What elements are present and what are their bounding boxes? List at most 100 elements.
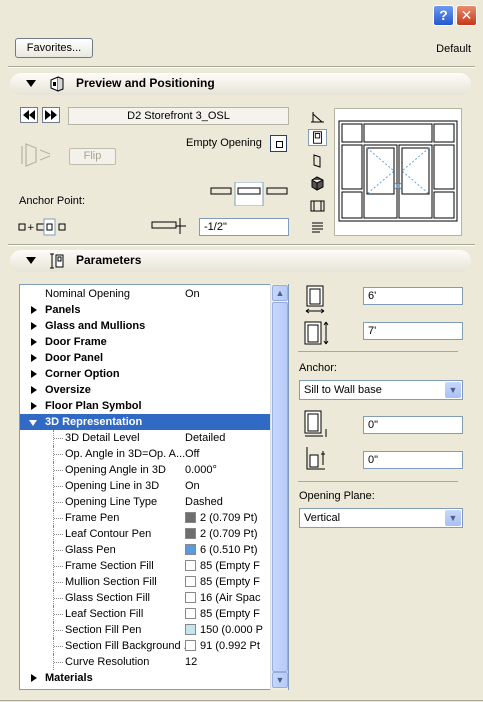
reveal-depth-input[interactable]: 0"	[363, 451, 463, 469]
tree-group-row[interactable]: Door Frame	[20, 334, 272, 350]
tree-param-row[interactable]: Curve Resolution 12	[20, 654, 272, 670]
tree-group-row[interactable]: Door Panel	[20, 350, 272, 366]
expand-triangle-icon[interactable]	[31, 338, 37, 346]
opening-plane-label: Opening Plane:	[299, 490, 375, 502]
anchor-select[interactable]: Sill to Wall base ▼	[299, 380, 463, 400]
list-view-icon[interactable]	[308, 219, 327, 236]
parameter-tree[interactable]: Nominal Opening On Panels Glass and Mullion…	[19, 284, 289, 690]
next-button[interactable]	[42, 107, 60, 123]
collapse-triangle-icon[interactable]	[26, 80, 36, 87]
parameters-section-header[interactable]: Parameters	[10, 250, 471, 272]
floor-plan-view-icon[interactable]	[308, 108, 327, 125]
tree-row-value[interactable]: 85 (Empty F	[185, 558, 270, 574]
height-input[interactable]: 7'	[363, 322, 463, 340]
side-view-icon[interactable]	[308, 152, 327, 169]
expand-triangle-icon[interactable]	[31, 370, 37, 378]
tree-row-value[interactable]: Detailed	[185, 430, 270, 446]
preview-section-header[interactable]: Preview and Positioning	[10, 73, 471, 95]
forward-icon	[45, 110, 57, 120]
expand-triangle-icon[interactable]	[31, 354, 37, 362]
tree-param-row[interactable]: 3D Detail Level Detailed	[20, 430, 272, 446]
section-view-icon[interactable]	[308, 197, 327, 214]
svg-text:+: +	[27, 223, 35, 233]
tree-param-row[interactable]: Opening Angle in 3D 0.000°	[20, 462, 272, 478]
tree-group-row[interactable]: Materials	[20, 670, 272, 686]
expand-triangle-icon[interactable]	[31, 402, 37, 410]
tree-param-row[interactable]: Opening Line in 3D On	[20, 478, 272, 494]
tree-row-label: Frame Section Fill	[65, 560, 154, 572]
flip-door-icon	[21, 143, 51, 167]
flip-button[interactable]: Flip	[69, 148, 116, 165]
scroll-up-icon[interactable]: ▲	[272, 285, 288, 301]
width-input[interactable]: 6'	[363, 287, 463, 305]
tree-row-value[interactable]: 85 (Empty F	[185, 574, 270, 590]
tree-param-row[interactable]: Opening Line Type Dashed	[20, 494, 272, 510]
expand-triangle-icon[interactable]	[31, 322, 37, 330]
tree-row-value[interactable]: Dashed	[185, 494, 270, 510]
wall-position-selector-icon[interactable]	[209, 182, 289, 206]
expand-triangle-icon[interactable]	[31, 674, 37, 682]
tree-param-row[interactable]: Glass Section Fill 16 (Air Spac	[20, 590, 272, 606]
favorites-button[interactable]: Favorites...	[15, 38, 93, 58]
offset-dimension-icon	[151, 218, 186, 234]
tree-row-value[interactable]: On	[185, 286, 270, 302]
tree-row-value-text: On	[185, 480, 200, 492]
color-swatch	[185, 624, 196, 635]
tree-row-value[interactable]: 150 (0.000 P	[185, 622, 270, 638]
3d-view-icon[interactable]	[308, 175, 327, 192]
tree-param-row[interactable]: Frame Section Fill 85 (Empty F	[20, 558, 272, 574]
opening-plane-select[interactable]: Vertical ▼	[299, 508, 463, 528]
tree-row-value[interactable]: On	[185, 478, 270, 494]
tree-row-value[interactable]: 0.000°	[185, 462, 270, 478]
previous-button[interactable]	[20, 107, 38, 123]
tree-group-row[interactable]: Glass and Mullions	[20, 318, 272, 334]
elevation-view-icon[interactable]	[308, 129, 327, 146]
tree-row-value-text: 6 (0.510 Pt)	[200, 544, 258, 556]
divider	[8, 66, 475, 68]
tree-row-value[interactable]: 85 (Empty F	[185, 606, 270, 622]
help-button[interactable]: ?	[433, 5, 454, 26]
collapse-triangle-icon[interactable]	[29, 420, 37, 426]
close-button[interactable]: ✕	[456, 5, 477, 26]
scroll-thumb[interactable]	[272, 302, 288, 672]
empty-opening-checkbox[interactable]	[270, 135, 287, 152]
chevron-down-icon[interactable]: ▼	[445, 382, 461, 398]
tree-row-value[interactable]: 16 (Air Spac	[185, 590, 270, 606]
tree-param-row[interactable]: Frame Pen 2 (0.709 Pt)	[20, 510, 272, 526]
tree-row-value-text: On	[185, 288, 200, 300]
anchor-point-selector-icon[interactable]: +	[17, 218, 71, 236]
chevron-down-icon[interactable]: ▼	[445, 510, 461, 526]
tree-param-row[interactable]: Mullion Section Fill 85 (Empty F	[20, 574, 272, 590]
tree-param-row[interactable]: Section Fill Background ... 91 (0.992 Pt	[20, 638, 272, 654]
tree-row-label: Leaf Section Fill	[65, 608, 144, 620]
tree-row-value[interactable]: 2 (0.709 Pt)	[185, 526, 270, 542]
tree-param-row[interactable]: Leaf Contour Pen 2 (0.709 Pt)	[20, 526, 272, 542]
tree-scrollbar[interactable]: ▲ ▼	[270, 284, 288, 690]
tree-param-row[interactable]: Leaf Section Fill 85 (Empty F	[20, 606, 272, 622]
tree-row-value[interactable]: 6 (0.510 Pt)	[185, 542, 270, 558]
tree-param-row[interactable]: Op. Angle in 3D=Op. A... Off	[20, 446, 272, 462]
sill-height-input[interactable]: 0"	[363, 416, 463, 434]
tree-group-row[interactable]: Panels	[20, 302, 272, 318]
color-swatch	[185, 560, 196, 571]
tree-row-label: Floor Plan Symbol	[45, 400, 142, 412]
tree-group-row[interactable]: 3D Representation	[20, 414, 272, 430]
scroll-down-icon[interactable]: ▼	[272, 672, 288, 688]
expand-triangle-icon[interactable]	[31, 306, 37, 314]
divider	[298, 481, 458, 482]
tree-row-value[interactable]: 91 (0.992 Pt	[185, 638, 270, 654]
tree-row-value[interactable]: 2 (0.709 Pt)	[185, 510, 270, 526]
tree-row-value[interactable]: 12	[185, 654, 270, 670]
tree-param-row[interactable]: Section Fill Pen 150 (0.000 P	[20, 622, 272, 638]
tree-group-row[interactable]: Floor Plan Symbol	[20, 398, 272, 414]
tree-param-row[interactable]: Glass Pen 6 (0.510 Pt)	[20, 542, 272, 558]
tree-row-value[interactable]: Off	[185, 446, 270, 462]
tree-group-row[interactable]: Oversize	[20, 382, 272, 398]
collapse-triangle-icon[interactable]	[26, 257, 36, 264]
expand-triangle-icon[interactable]	[31, 386, 37, 394]
tree-param-row[interactable]: Nominal Opening On	[20, 286, 272, 302]
offset-input[interactable]: -1/2"	[199, 218, 289, 236]
tree-group-row[interactable]: Corner Option	[20, 366, 272, 382]
object-name-field: D2 Storefront 3_OSL	[68, 107, 289, 125]
height-icon	[304, 321, 329, 345]
